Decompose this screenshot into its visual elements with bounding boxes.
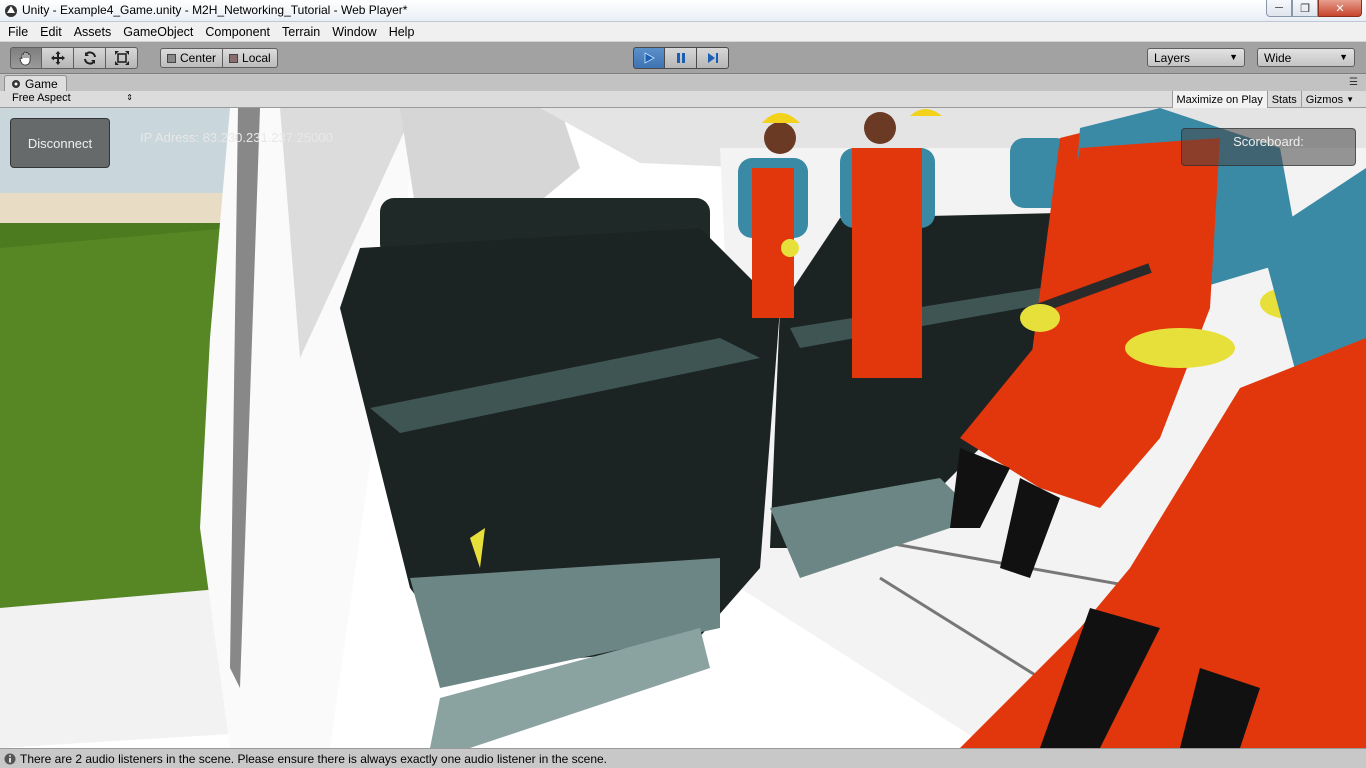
- move-tool-button[interactable]: [42, 47, 74, 69]
- menu-gameobject[interactable]: GameObject: [117, 22, 199, 42]
- pivot-local-label: Local: [242, 51, 271, 65]
- dropdown-arrow-icon: ▼: [1346, 95, 1354, 104]
- layout-label: Wide: [1264, 51, 1292, 65]
- transform-tools: [10, 47, 138, 69]
- game-scene: [0, 108, 1366, 748]
- menu-bar: File Edit Assets GameObject Component Te…: [0, 22, 1366, 42]
- disconnect-button[interactable]: Disconnect: [10, 118, 110, 168]
- info-icon: [4, 753, 16, 764]
- updown-arrow-icon: ⇕: [126, 93, 133, 102]
- maximize-on-play-label: Maximize on Play: [1176, 93, 1263, 106]
- maximize-icon[interactable]: ❐: [1292, 0, 1318, 17]
- distant-wall: [0, 193, 250, 223]
- stats-toggle[interactable]: Stats: [1266, 91, 1301, 108]
- minimize-icon[interactable]: ─: [1266, 0, 1292, 17]
- menu-window[interactable]: Window: [326, 22, 382, 42]
- tab-game[interactable]: Game: [4, 75, 67, 92]
- window-title-bar: Unity - Example4_Game.unity - M2H_Networ…: [0, 0, 1366, 22]
- tab-options-icon[interactable]: ☰: [1349, 77, 1358, 88]
- aspect-label: Free Aspect: [12, 92, 71, 104]
- unity-logo-icon: [5, 5, 17, 17]
- status-bar[interactable]: There are 2 audio listeners in the scene…: [0, 748, 1366, 768]
- aspect-dropdown[interactable]: Free Aspect ⇕: [6, 92, 136, 107]
- menu-help[interactable]: Help: [383, 22, 421, 42]
- pause-icon: [676, 53, 685, 63]
- menu-assets[interactable]: Assets: [68, 22, 118, 42]
- game-controller-icon: [12, 80, 20, 88]
- cube-icon: [229, 53, 239, 63]
- pivot-center-label: Center: [180, 51, 217, 65]
- layers-label: Layers: [1154, 51, 1191, 65]
- step-icon: [707, 53, 718, 63]
- scale-icon: [114, 51, 129, 65]
- game-tab-row: Game ☰: [0, 75, 1366, 92]
- game-viewport[interactable]: Disconnect IP Adress: 83.230.231.237:250…: [0, 108, 1366, 748]
- close-icon[interactable]: ✕: [1318, 0, 1362, 17]
- menu-component[interactable]: Component: [199, 22, 276, 42]
- tab-game-label: Game: [25, 77, 58, 91]
- gizmos-label: Gizmos: [1305, 93, 1344, 106]
- main-toolbar: Center Local Layers ▼ Wide ▼: [0, 42, 1366, 74]
- move-arrows-icon: [50, 51, 65, 65]
- ip-address-label: IP Adress: 83.230.231.237:25000: [140, 130, 333, 145]
- dropdown-arrow-icon: ▼: [1339, 52, 1348, 62]
- pause-button[interactable]: [665, 47, 697, 69]
- maximize-on-play-toggle[interactable]: Maximize on Play: [1171, 91, 1267, 108]
- pivot-center-icon: [167, 53, 176, 63]
- step-button[interactable]: [697, 47, 729, 69]
- play-icon: [644, 52, 655, 64]
- layout-dropdown[interactable]: Wide ▼: [1257, 48, 1355, 67]
- pivot-local-button[interactable]: Local: [223, 48, 278, 68]
- stats-label: Stats: [1271, 93, 1297, 106]
- pivot-center-button[interactable]: Center: [160, 48, 224, 68]
- game-view-toolbar: Free Aspect ⇕ Maximize on Play Stats Giz…: [0, 91, 1366, 108]
- rotate-tool-button[interactable]: [74, 47, 106, 69]
- play-button[interactable]: [633, 47, 665, 69]
- layers-dropdown[interactable]: Layers ▼: [1147, 48, 1245, 67]
- hand-tool-button[interactable]: [10, 47, 42, 69]
- menu-edit[interactable]: Edit: [34, 22, 68, 42]
- menu-file[interactable]: File: [2, 22, 34, 42]
- scoreboard-panel: Scoreboard:: [1181, 128, 1356, 166]
- menu-terrain[interactable]: Terrain: [276, 22, 326, 42]
- rotate-icon: [83, 51, 96, 65]
- hand-icon: [19, 51, 31, 66]
- gizmos-dropdown[interactable]: Gizmos ▼: [1300, 91, 1358, 108]
- status-message: There are 2 audio listeners in the scene…: [20, 751, 608, 766]
- scale-tool-button[interactable]: [106, 47, 138, 69]
- dropdown-arrow-icon: ▼: [1229, 52, 1238, 62]
- window-title: Unity - Example4_Game.unity - M2H_Networ…: [22, 3, 408, 17]
- pivot-toggles: Center Local: [160, 48, 278, 70]
- grass-highlight: [0, 228, 230, 608]
- playback-controls: [633, 47, 729, 69]
